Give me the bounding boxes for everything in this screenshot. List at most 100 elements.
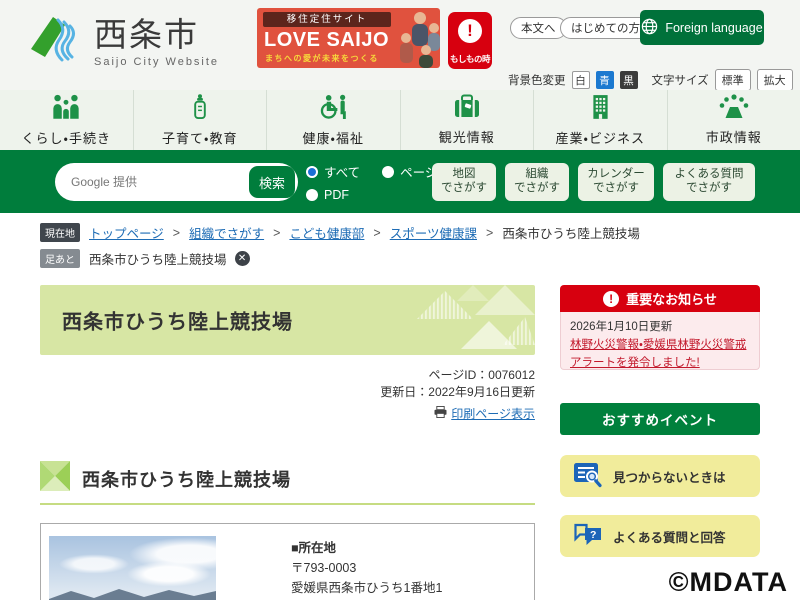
radio-page[interactable]: ページ — [382, 162, 437, 181]
breadcrumb-separator: > — [172, 225, 181, 240]
bg-white-button[interactable]: 白 — [571, 71, 590, 89]
breadcrumb-link-top[interactable]: トップページ — [89, 223, 164, 242]
radio-label: PDF — [324, 188, 349, 202]
radio-circle-icon — [306, 189, 318, 201]
global-navigation: くらし・手続き 子育て・教育 健康・福祉 観光情報 産業・ビジネス 市政情報 — [0, 90, 800, 150]
quick-btn-line: でさがす — [514, 182, 560, 194]
nav-label: くらし・手続き — [21, 130, 111, 146]
font-enlarge-button[interactable]: 拡大 — [756, 69, 793, 91]
quick-btn-line: よくある質問 — [674, 168, 744, 181]
print-page-link[interactable]: 印刷ページ表示 — [451, 406, 535, 423]
emergency-button[interactable]: ! もしもの時 — [448, 12, 492, 69]
bg-color-label: 背景色変更 — [508, 75, 566, 87]
print-row: 印刷ページ表示 — [380, 406, 535, 423]
site-logo[interactable]: 西条市 Saijo City Website — [28, 12, 219, 73]
breadcrumb: 現在地 トップページ > 組織でさがす > こども健康部 > スポーツ健康課 >… — [0, 213, 800, 273]
radio-circle-checked-icon — [306, 165, 318, 178]
search-by-faq-button[interactable]: よくある質問 でさがす — [663, 163, 755, 201]
foreign-language-button[interactable]: Foreign language — [640, 10, 764, 45]
assembly-icon — [719, 94, 749, 123]
breadcrumb-separator: > — [373, 225, 381, 240]
breadcrumb-separator: > — [273, 225, 281, 240]
radio-circle-icon — [382, 165, 395, 178]
family-icon — [51, 94, 81, 124]
faq-button[interactable]: ? よくある質問と回答 — [560, 515, 760, 557]
page-title: 西条市ひうち陸上競技場 — [62, 311, 293, 334]
nav-item-industry-business[interactable]: 産業・ビジネス — [534, 90, 668, 150]
address-block: ■所在地 〒793-0003 愛媛県西条市ひうち1番地1 電話 0897-56-… — [291, 538, 442, 600]
breadcrumb-link-organization[interactable]: 組織でさがす — [189, 223, 264, 242]
exclamation-icon: ! — [458, 19, 482, 43]
footprint-badge: 足あと — [40, 249, 80, 268]
events-banner-label: おすすめイベント — [602, 413, 718, 428]
site-search-bar: 検索 すべて ページ PDF 地図 — [0, 150, 800, 213]
nav-label: 健康・福祉 — [302, 130, 364, 146]
section-title: 西条市ひうち陸上競技場 — [82, 469, 291, 490]
city-logo-icon — [28, 12, 84, 73]
search-by-organization-button[interactable]: 組織 でさがす — [505, 163, 569, 201]
quick-btn-line: でさがす — [593, 182, 639, 194]
skip-label: 本文へ — [521, 23, 556, 35]
quick-search-links: 地図 でさがす 組織 でさがす カレンダー でさがす よくある質問 でさがす — [432, 163, 755, 201]
document-search-icon — [573, 462, 603, 491]
search-by-map-button[interactable]: 地図 でさがす — [432, 163, 496, 201]
notice-date: 2026年1月10日更新 — [570, 321, 673, 333]
section-divider — [40, 503, 535, 505]
baby-bottle-icon — [193, 93, 207, 124]
building-icon — [591, 94, 610, 124]
recommended-events-banner[interactable]: おすすめイベント — [560, 403, 760, 435]
nav-item-city-government[interactable]: 市政情報 — [668, 90, 800, 150]
main-content: 西条市ひうち陸上競技場 ページID：0076012 更新日：2022年9月16日… — [40, 285, 535, 600]
quick-btn-line: でさがす — [441, 182, 487, 194]
watermark: ©MDATA — [668, 567, 788, 597]
breadcrumb-link-child-health-dept[interactable]: こども健康部 — [289, 223, 364, 242]
facility-info-box: ■所在地 〒793-0003 愛媛県西条市ひうち1番地1 電話 0897-56-… — [40, 523, 535, 600]
pinwheel-icon — [40, 461, 70, 496]
breadcrumb-link-sports-health[interactable]: スポーツ健康課 — [390, 223, 477, 242]
nav-label: 観光情報 — [438, 130, 495, 145]
skip-to-content-button[interactable]: 本文へ — [510, 17, 567, 39]
search-input[interactable] — [71, 163, 241, 201]
nav-item-tourism[interactable]: 観光情報 — [401, 90, 534, 150]
breadcrumb-current-page: 西条市ひうち陸上競技場 — [502, 227, 640, 241]
svg-text:?: ? — [590, 529, 596, 541]
page-id: ページID：0076012 — [428, 368, 535, 382]
updated-date: 更新日：2022年9月16日更新 — [380, 385, 535, 399]
radio-pdf[interactable]: PDF — [306, 188, 349, 202]
cannot-find-button[interactable]: 見つからないときは — [560, 455, 760, 497]
breadcrumb-separator: > — [486, 225, 494, 240]
address-line: 愛媛県西条市ひうち1番地1 — [291, 581, 443, 595]
page-meta: ページID：0076012 更新日：2022年9月16日更新 印刷ページ表示 — [380, 367, 535, 423]
nav-item-life-procedures[interactable]: くらし・手続き — [0, 90, 134, 150]
quick-btn-line: 組織 — [525, 168, 549, 181]
quick-btn-line: カレンダー — [587, 168, 645, 181]
love-saijo-banner[interactable]: 移住定住サイト LOVE SAIJO まちへの愛が未来をつくる — [257, 8, 440, 68]
bg-blue-button[interactable]: 青 — [595, 71, 614, 89]
breadcrumb-footprint-row: 足あと 西条市ひうち陸上競技場 ✕ — [40, 249, 800, 268]
important-notice-title: 重要なお知らせ — [626, 292, 717, 307]
exclamation-icon: ! — [603, 290, 620, 307]
nav-label: 子育て・教育 — [162, 130, 238, 146]
section-heading: 西条市ひうち陸上競技場 — [40, 461, 291, 496]
search-by-calendar-button[interactable]: カレンダー でさがす — [578, 163, 654, 201]
emergency-label: もしもの時 — [449, 54, 491, 64]
radio-label: すべて — [324, 166, 361, 180]
important-notice-header: ! 重要なお知らせ — [560, 285, 760, 312]
bg-black-button[interactable]: 黒 — [619, 71, 638, 89]
close-icon[interactable]: ✕ — [234, 251, 250, 266]
page-title-banner: 西条市ひうち陸上競技場 — [40, 285, 535, 355]
love-banner-people-photo — [396, 8, 440, 68]
display-settings-row: 背景色変更 白 青 黒 文字サイズ 標準 拡大 — [508, 69, 793, 91]
search-field-wrap: 検索 — [55, 163, 298, 201]
quick-btn-line: 地図 — [452, 168, 476, 181]
search-button[interactable]: 検索 — [249, 166, 295, 198]
font-standard-button[interactable]: 標準 — [714, 69, 751, 91]
love-banner-title: LOVE SAIJO — [264, 29, 390, 51]
radio-all[interactable]: すべて — [306, 162, 360, 181]
location-heading: ■所在地 — [291, 541, 337, 555]
nav-item-childcare-education[interactable]: 子育て・教育 — [134, 90, 267, 150]
nav-item-health-welfare[interactable]: 健康・福祉 — [267, 90, 401, 150]
quick-btn-line: でさがす — [686, 182, 732, 194]
triangle-decoration — [385, 285, 535, 355]
notice-alert-link[interactable]: 林野火災警報・愛媛県林野火災警戒アラートを発令しました! — [570, 339, 746, 369]
